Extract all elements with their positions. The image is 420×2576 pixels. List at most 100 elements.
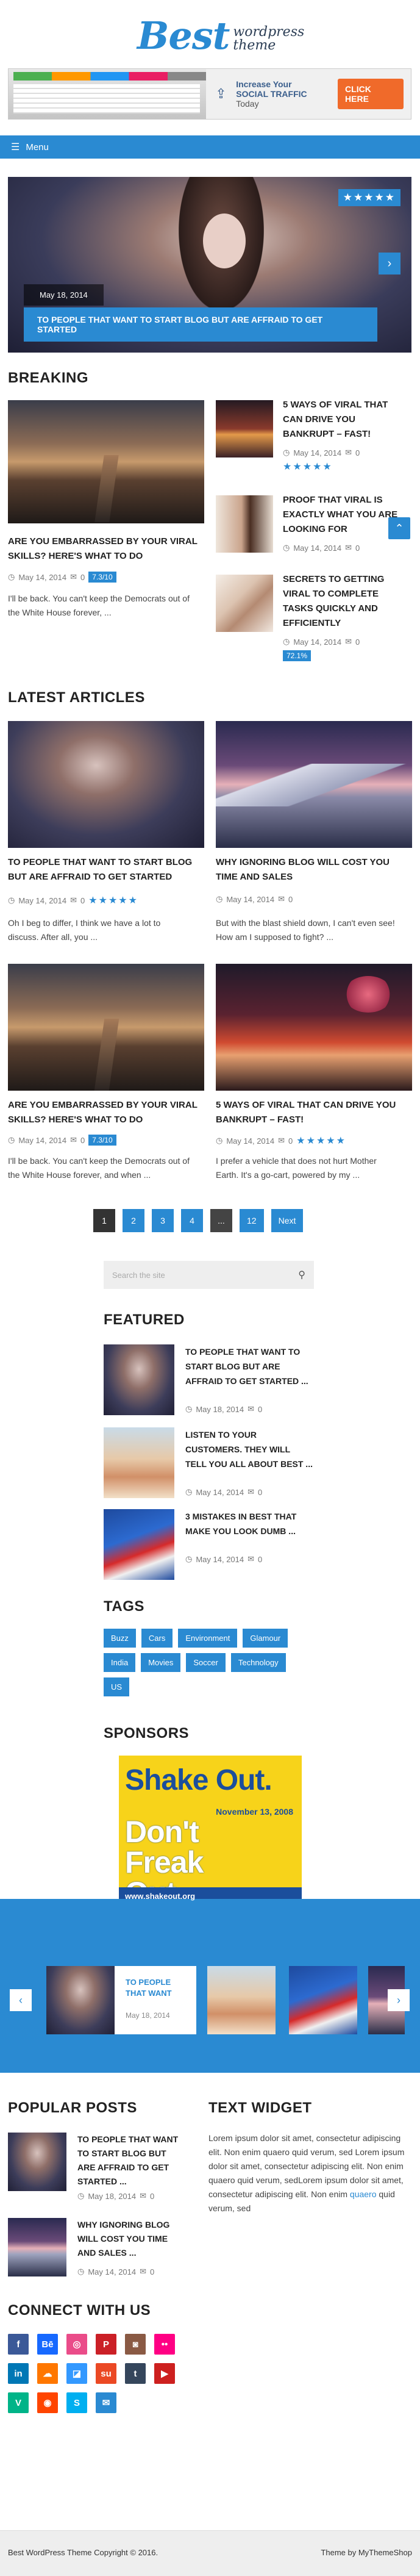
scroll-to-top-button[interactable]: ⌃ bbox=[388, 517, 410, 539]
tumblr-icon[interactable]: t bbox=[125, 2363, 146, 2384]
popular-item[interactable]: WHY IGNORING BLOG WILL COST YOU TIME AND… bbox=[8, 2218, 203, 2279]
latest-post-title[interactable]: TO PEOPLE THAT WANT TO START BLOG BUT AR… bbox=[8, 855, 204, 884]
page-1[interactable]: 1 bbox=[93, 1209, 115, 1232]
vine-icon[interactable]: V bbox=[8, 2392, 29, 2413]
text-widget-body: Lorem ipsum dolor sit amet, consectetur … bbox=[208, 2131, 410, 2215]
rating-stars: ★★★★★ bbox=[88, 895, 138, 906]
flickr-icon[interactable]: •• bbox=[154, 2334, 175, 2355]
sponsor-ad[interactable]: Shake Out. Don't Freak Out. November 13,… bbox=[119, 1756, 302, 1908]
site-logo[interactable]: Best wordpress theme bbox=[137, 17, 304, 55]
tag-us[interactable]: US bbox=[104, 1677, 130, 1696]
breaking-side-image[interactable] bbox=[216, 495, 273, 553]
comment-icon: ✉ bbox=[345, 637, 352, 646]
tag-soccer[interactable]: Soccer bbox=[186, 1653, 226, 1672]
popular-title[interactable]: WHY IGNORING BLOG WILL COST YOU TIME AND… bbox=[77, 2218, 181, 2260]
popular-thumb[interactable] bbox=[8, 2133, 66, 2191]
page-4[interactable]: 4 bbox=[181, 1209, 203, 1232]
featured-title[interactable]: LISTEN TO YOUR CUSTOMERS. THEY WILL TELL… bbox=[185, 1427, 313, 1471]
carousel-card-active[interactable]: TO PEOPLE THAT WANT May 18, 2014 bbox=[46, 1966, 196, 2034]
clock-icon: ◷ bbox=[283, 543, 290, 552]
latest-post-title[interactable]: WHY IGNORING BLOG WILL COST YOU TIME AND… bbox=[216, 855, 412, 884]
featured-thumb[interactable] bbox=[104, 1344, 174, 1415]
search-icon[interactable]: ⚲ bbox=[298, 1269, 305, 1281]
carousel-card[interactable] bbox=[289, 1966, 357, 2034]
soundcloud-icon[interactable]: ☁ bbox=[37, 2363, 58, 2384]
featured-thumb[interactable] bbox=[104, 1509, 174, 1580]
featured-thumb[interactable] bbox=[104, 1427, 174, 1498]
featured-item[interactable]: LISTEN TO YOUR CUSTOMERS. THEY WILL TELL… bbox=[104, 1427, 314, 1501]
latest-post-title[interactable]: 5 WAYS OF VIRAL THAT CAN DRIVE YOU BANKR… bbox=[216, 1098, 412, 1127]
carousel-card[interactable] bbox=[207, 1966, 276, 2034]
page-2[interactable]: 2 bbox=[123, 1209, 144, 1232]
breaking-side-image[interactable] bbox=[216, 400, 273, 457]
search-input[interactable]: Search the site ⚲ bbox=[104, 1261, 314, 1289]
featured-item[interactable]: TO PEOPLE THAT WANT TO START BLOG BUT AR… bbox=[104, 1344, 314, 1418]
latest-post-image[interactable] bbox=[8, 721, 204, 848]
delicious-icon[interactable]: ◪ bbox=[66, 2363, 87, 2384]
tag-environment[interactable]: Environment bbox=[178, 1629, 238, 1648]
skype-icon[interactable]: S bbox=[66, 2392, 87, 2413]
banner-line3: Today bbox=[236, 99, 259, 109]
latest-post-image[interactable] bbox=[216, 964, 412, 1091]
carousel-title[interactable]: TO PEOPLE THAT WANT bbox=[126, 1977, 193, 1999]
next-page-button[interactable]: Next bbox=[271, 1209, 304, 1232]
banner-cta-button[interactable]: CLICK HERE bbox=[338, 79, 404, 109]
latest-post-excerpt: I'll be back. You can't keep the Democra… bbox=[8, 1156, 190, 1180]
instagram-icon[interactable]: ◙ bbox=[125, 2334, 146, 2355]
menu-label[interactable]: Menu bbox=[26, 142, 49, 152]
pinterest-icon[interactable]: P bbox=[96, 2334, 116, 2355]
footer-credit[interactable]: Theme by MyThemeShop bbox=[321, 2548, 412, 2557]
post-date: May 18, 2014 bbox=[88, 2191, 137, 2201]
stumbleupon-icon[interactable]: su bbox=[96, 2363, 116, 2384]
facebook-icon[interactable]: f bbox=[8, 2334, 29, 2355]
comment-count: 0 bbox=[258, 1404, 263, 1414]
tag-india[interactable]: India bbox=[104, 1653, 136, 1672]
breaking-main-image[interactable] bbox=[8, 400, 204, 523]
post-date: May 14, 2014 bbox=[18, 1135, 67, 1145]
breaking-side-title[interactable]: SECRETS TO GETTING VIRAL TO COMPLETE TAS… bbox=[283, 572, 405, 631]
popular-title[interactable]: TO PEOPLE THAT WANT TO START BLOG BUT AR… bbox=[77, 2133, 181, 2189]
latest-post-meta: ◷ May 14, 2014 ✉ 0 ★★★★★ bbox=[216, 1135, 346, 1147]
page-3[interactable]: 3 bbox=[152, 1209, 174, 1232]
header-banner-ad[interactable]: ⇪ Increase Your SOCIAL TRAFFIC Today CLI… bbox=[8, 68, 411, 120]
tag-movies[interactable]: Movies bbox=[141, 1653, 181, 1672]
behance-icon[interactable]: Bē bbox=[37, 2334, 58, 2355]
slider-next-button[interactable]: › bbox=[379, 253, 400, 274]
latest-post-excerpt: But with the blast shield down, I can't … bbox=[216, 918, 395, 942]
popular-thumb[interactable] bbox=[8, 2218, 66, 2276]
text-widget-link[interactable]: quaero bbox=[350, 2189, 377, 2199]
latest-post-image[interactable] bbox=[216, 721, 412, 848]
breaking-side-title[interactable]: PROOF THAT VIRAL IS EXACTLY WHAT YOU ARE… bbox=[283, 493, 405, 537]
dribbble-icon[interactable]: ◎ bbox=[66, 2334, 87, 2355]
popular-item[interactable]: TO PEOPLE THAT WANT TO START BLOG BUT AR… bbox=[8, 2133, 203, 2201]
featured-title[interactable]: TO PEOPLE THAT WANT TO START BLOG BUT AR… bbox=[185, 1344, 313, 1388]
email-icon[interactable]: ✉ bbox=[96, 2392, 116, 2413]
featured-meta: ◷ May 14, 2014 ✉ 0 bbox=[185, 1487, 262, 1497]
reddit-icon[interactable]: ◉ bbox=[37, 2392, 58, 2413]
breaking-side-title[interactable]: 5 WAYS OF VIRAL THAT CAN DRIVE YOU BANKR… bbox=[283, 398, 405, 442]
tag-buzz[interactable]: Buzz bbox=[104, 1629, 136, 1648]
featured-item[interactable]: 3 MISTAKES IN BEST THAT MAKE YOU LOOK DU… bbox=[104, 1509, 314, 1582]
featured-slider[interactable]: ★★★★★ › May 18, 2014 TO PEOPLE THAT WANT… bbox=[8, 177, 411, 353]
clock-icon: ◷ bbox=[216, 894, 223, 903]
latest-post-excerpt: I prefer a vehicle that does not hurt Mo… bbox=[216, 1156, 377, 1180]
page-12[interactable]: 12 bbox=[240, 1209, 264, 1232]
tag-glamour[interactable]: Glamour bbox=[243, 1629, 288, 1648]
featured-title[interactable]: 3 MISTAKES IN BEST THAT MAKE YOU LOOK DU… bbox=[185, 1509, 313, 1538]
rating-badge: 72.1% bbox=[283, 650, 311, 661]
hamburger-icon[interactable]: ☰ bbox=[11, 141, 20, 153]
youtube-icon[interactable]: ▶ bbox=[154, 2363, 175, 2384]
search-placeholder: Search the site bbox=[112, 1270, 165, 1280]
slider-title[interactable]: TO PEOPLE THAT WANT TO START BLOG BUT AR… bbox=[24, 307, 377, 342]
latest-post-title[interactable]: ARE YOU EMBARRASSED BY YOUR VIRAL SKILLS… bbox=[8, 1098, 204, 1127]
carousel-next-button[interactable]: › bbox=[388, 1989, 410, 2011]
breaking-main-title[interactable]: ARE YOU EMBARRASSED BY YOUR VIRAL SKILLS… bbox=[8, 534, 204, 564]
main-nav[interactable]: ☰ Menu bbox=[0, 135, 420, 159]
tag-cars[interactable]: Cars bbox=[141, 1629, 173, 1648]
linkedin-icon[interactable]: in bbox=[8, 2363, 29, 2384]
breaking-side-image[interactable] bbox=[216, 575, 273, 632]
latest-post-image[interactable] bbox=[8, 964, 204, 1091]
tag-technology[interactable]: Technology bbox=[230, 1653, 286, 1672]
carousel-prev-button[interactable]: ‹ bbox=[10, 1989, 32, 2011]
comment-icon: ✉ bbox=[247, 1554, 255, 1563]
